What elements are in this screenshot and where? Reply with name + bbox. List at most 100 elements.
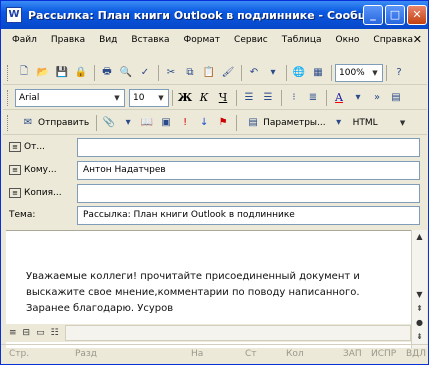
font-color-button[interactable]: A (330, 89, 348, 107)
send-button[interactable]: ✉ Отправить (15, 114, 93, 132)
print-view-icon[interactable]: ▭ (36, 328, 45, 338)
importance-high-icon[interactable]: ! (176, 114, 194, 132)
help-icon[interactable]: ? (390, 64, 408, 82)
message-format-value: HTML (352, 117, 378, 128)
window-title: Рассылка: План книги Outlook в подлинник… (28, 8, 373, 22)
email-toolbar: ✉ Отправить 📎 ▾ 📖 ▣ ! ↓ ⚑ ▤ Параметры...… (3, 111, 427, 135)
zoom-select[interactable]: 100% ▼ (335, 63, 383, 82)
message-format-select[interactable]: HTML ▼ (349, 114, 411, 132)
to-row: ≡ Кому... Антон Надатчрев (3, 158, 427, 182)
scroll-down-icon[interactable]: ▼ (412, 288, 427, 302)
cut-icon[interactable]: ✂ (162, 64, 180, 82)
toolbar-separator (241, 64, 242, 81)
tables-icon[interactable]: ▦ (309, 64, 327, 82)
toolbar-separator (236, 89, 237, 106)
from-field[interactable] (77, 137, 420, 157)
from-button[interactable]: ≡ От... (3, 142, 77, 152)
toolbar-separator (236, 114, 238, 131)
check-names-icon[interactable]: 📖 (138, 114, 156, 132)
spelling-icon[interactable]: ✓ (136, 64, 154, 82)
close-document-icon[interactable]: ✕ (413, 33, 422, 46)
print-preview-icon[interactable]: 🔍 (117, 64, 135, 82)
menu-insert[interactable]: Вставка (124, 35, 176, 45)
follow-up-flag-icon[interactable]: ⚑ (214, 114, 232, 132)
toolbar-separator (96, 114, 98, 131)
align-left-icon[interactable]: ☰ (240, 89, 258, 107)
chevron-down-icon[interactable]: ▼ (369, 66, 381, 80)
address-book-icon: ≡ (9, 142, 21, 152)
cc-button[interactable]: ≡ Копия... (3, 188, 77, 198)
save-icon[interactable]: 💾 (53, 64, 71, 82)
cc-label: Копия... (24, 188, 62, 198)
undo-icon[interactable]: ↶ (245, 64, 263, 82)
maximize-button[interactable]: □ (385, 5, 405, 25)
subject-field[interactable]: Рассылка: План книги Outlook в подлинник… (77, 205, 420, 225)
address-book-icon[interactable]: ▣ (157, 114, 175, 132)
status-bar: Стр. Разд На Ст Кол ЗАП ИСПР ВДЛ (1, 344, 428, 364)
subject-label: Тема: (9, 210, 36, 220)
options-button[interactable]: ▤ Параметры... (240, 114, 329, 132)
menu-file[interactable]: Файл (5, 35, 44, 45)
toolbar-grip[interactable] (7, 89, 10, 106)
menu-window[interactable]: Окно (329, 35, 367, 45)
bold-button[interactable]: Ж (176, 89, 194, 107)
normal-view-icon[interactable]: ≡ (9, 328, 17, 338)
menu-edit[interactable]: Правка (44, 35, 92, 45)
scroll-track[interactable] (412, 244, 427, 288)
new-doc-icon[interactable]: 🗋 (15, 64, 33, 82)
chevron-down-icon[interactable]: ▼ (155, 91, 167, 105)
title-bar[interactable]: W Рассылка: План книги Outlook в подлинн… (1, 1, 428, 29)
minimize-button[interactable]: _ (363, 5, 383, 25)
vertical-scrollbar[interactable]: ▲ ▼ ⇞ ● ⇟ (411, 230, 427, 348)
paste-icon[interactable]: 📋 (200, 64, 218, 82)
styles-icon[interactable]: ▤ (387, 89, 405, 107)
toolbar-grip[interactable] (7, 114, 10, 131)
attach-dropdown-icon[interactable]: ▾ (119, 114, 137, 132)
outline-view-icon[interactable]: ☷ (51, 328, 59, 338)
status-section: Разд (75, 349, 97, 359)
menu-tools[interactable]: Сервис (227, 35, 275, 45)
to-button[interactable]: ≡ Кому... (3, 165, 77, 175)
undo-dropdown-icon[interactable]: ▾ (264, 64, 282, 82)
status-track: ИСПР (371, 349, 397, 359)
copy-icon[interactable]: ⧉ (181, 64, 199, 82)
status-at: На (191, 349, 204, 359)
toolbar-separator (386, 64, 387, 81)
bullets-icon[interactable]: ⁝ (285, 89, 303, 107)
prev-page-icon[interactable]: ⇞ (412, 302, 427, 316)
permission-icon[interactable]: 🔒 (72, 64, 90, 82)
send-label: Отправить (38, 117, 90, 128)
chevron-down-icon[interactable]: ▼ (111, 91, 123, 105)
attach-icon[interactable]: 📎 (100, 114, 118, 132)
importance-low-icon[interactable]: ↓ (195, 114, 213, 132)
more-buttons-icon[interactable]: » (368, 89, 386, 107)
menu-format[interactable]: Формат (177, 35, 228, 45)
font-size-select[interactable]: 10 ▼ (129, 88, 169, 107)
print-icon[interactable]: 🖶 (98, 64, 116, 82)
close-button[interactable]: ✕ (407, 5, 427, 25)
standard-toolbar: 🗋 📂 💾 🔒 🖶 🔍 ✓ ✂ ⧉ 📋 🖌 ↶ ▾ 🌐 ▦ 100% ▼ ? (3, 61, 427, 85)
menu-view[interactable]: Вид (92, 35, 124, 45)
web-view-icon[interactable]: ⊟ (23, 328, 31, 338)
next-page-icon[interactable]: ⇟ (412, 330, 427, 344)
to-field[interactable]: Антон Надатчрев (77, 160, 420, 180)
chevron-down-icon[interactable]: ▾ (330, 114, 348, 132)
browse-object-icon[interactable]: ● (412, 316, 427, 330)
font-color-dropdown-icon[interactable]: ▾ (349, 89, 367, 107)
scroll-up-icon[interactable]: ▲ (412, 230, 427, 244)
font-name-select[interactable]: Arial ▼ (15, 88, 125, 107)
cc-field[interactable] (77, 183, 420, 203)
body-line: выскажите свое мнение,комментарии по пов… (26, 287, 360, 298)
toolbar-grip[interactable] (7, 64, 10, 81)
horizontal-scrollbar[interactable] (64, 325, 411, 341)
numbering-icon[interactable]: ≣ (304, 89, 322, 107)
hyperlink-icon[interactable]: 🌐 (290, 64, 308, 82)
open-icon[interactable]: 📂 (34, 64, 52, 82)
italic-button[interactable]: К (195, 89, 213, 107)
send-envelope-icon: ✉ (23, 117, 33, 128)
menu-table[interactable]: Таблица (275, 35, 329, 45)
underline-button[interactable]: Ч (214, 89, 232, 107)
chevron-down-icon[interactable]: ▼ (397, 116, 409, 130)
format-painter-icon[interactable]: 🖌 (219, 64, 237, 82)
align-justify-icon[interactable]: ☰ (259, 89, 277, 107)
